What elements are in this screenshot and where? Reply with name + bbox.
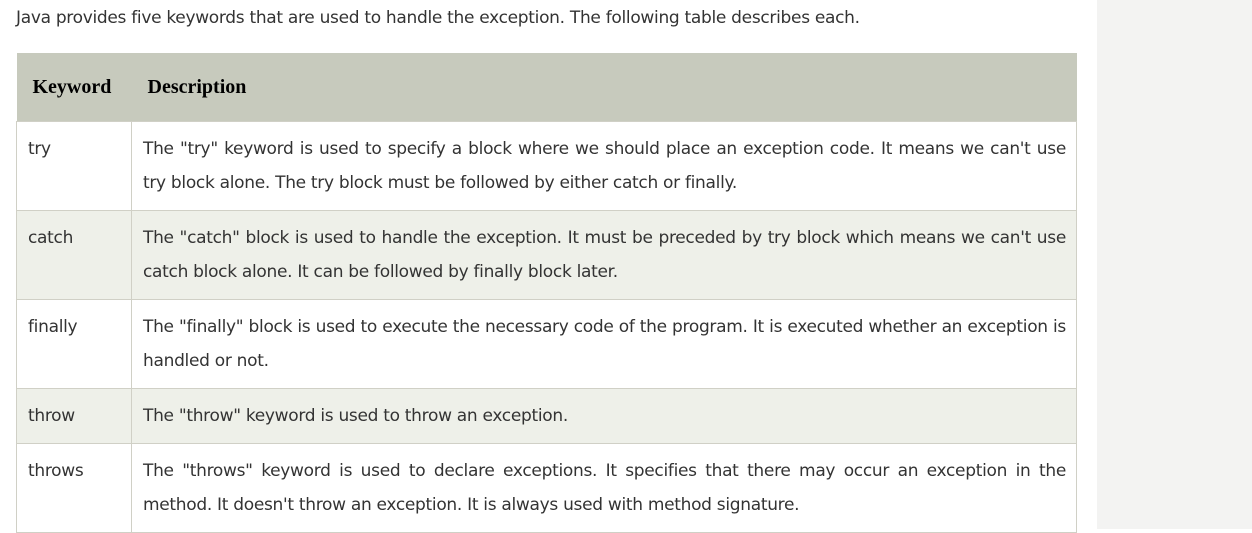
- table-row: catch The "catch" block is used to handle…: [16, 210, 1077, 300]
- description-cell: The "throw" keyword is used to throw an …: [131, 388, 1077, 444]
- keyword-cell: try: [16, 121, 132, 211]
- keywords-table: Keyword Description try The "try" keyword…: [16, 53, 1077, 533]
- keyword-cell: throw: [16, 388, 132, 444]
- description-cell: The "finally" block is used to execute t…: [131, 299, 1077, 389]
- table-header-row: Keyword Description: [16, 53, 1077, 122]
- keyword-cell: catch: [16, 210, 132, 300]
- table-row: throw The "throw" keyword is used to thro…: [16, 388, 1077, 444]
- keyword-cell: throws: [16, 443, 132, 533]
- intro-paragraph: Java provides five keywords that are use…: [16, 8, 860, 28]
- description-cell: The "catch" block is used to handle the …: [131, 210, 1077, 300]
- table-row: throws The "throws" keyword is used to de…: [16, 443, 1077, 533]
- header-description: Description: [131, 53, 1077, 122]
- table-row: finally The "finally" block is used to ex…: [16, 299, 1077, 389]
- table-row: try The "try" keyword is used to specify …: [16, 121, 1077, 211]
- description-cell: The "try" keyword is used to specify a b…: [131, 121, 1077, 211]
- keyword-cell: finally: [16, 299, 132, 389]
- description-cell: The "throws" keyword is used to declare …: [131, 443, 1077, 533]
- header-keyword: Keyword: [16, 53, 132, 122]
- right-sidebar: [1097, 0, 1252, 529]
